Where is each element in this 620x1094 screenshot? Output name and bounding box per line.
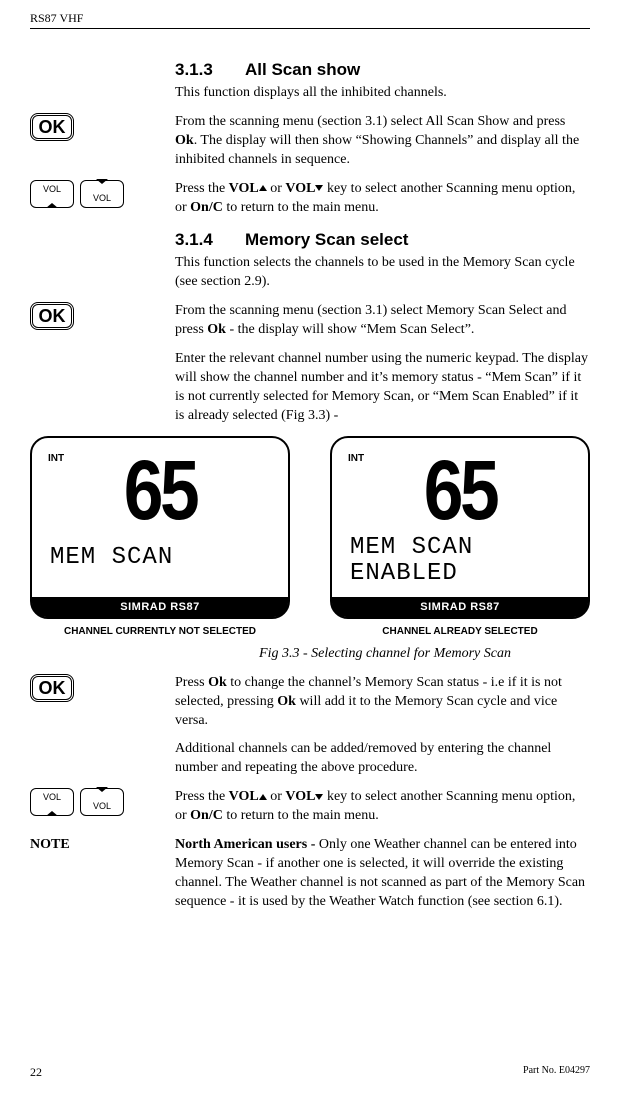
lcd-brand: SIMRAD RS87	[32, 597, 288, 618]
text-after-p2: Additional channels can be added/removed…	[175, 740, 590, 778]
part-number: Part No. E04297	[523, 1064, 590, 1080]
vol-down-button-icon: VOL	[80, 788, 124, 816]
ok-button-icon: OK	[30, 674, 74, 702]
inline-arrow-up-icon	[259, 185, 267, 191]
lcd-status-line: MEM SCAN	[50, 542, 173, 574]
lcd-left: INT 65 MEM SCAN SIMRAD RS87	[30, 436, 290, 620]
lcd-caption-left: CHANNEL CURRENTLY NOT SELECTED	[30, 625, 290, 639]
heading-314: 3.1.4Memory Scan select	[175, 229, 590, 252]
lcd-right: INT 65 MEM SCAN ENABLED SIMRAD RS87	[330, 436, 590, 620]
lcd-caption-right: CHANNEL ALREADY SELECTED	[330, 625, 590, 639]
note-text: North American users - Only one Weather …	[175, 836, 590, 912]
heading-313: 3.1.3All Scan show	[175, 59, 590, 82]
lcd-status-line2: ENABLED	[350, 558, 458, 590]
arrow-up-icon	[46, 193, 58, 208]
arrow-down-icon	[96, 787, 108, 802]
figure-caption: Fig 3.3 - Selecting channel for Memory S…	[180, 645, 590, 664]
text-after-p1: Press Ok to change the channel’s Memory …	[175, 674, 590, 731]
vol-up-button-icon: VOL	[30, 788, 74, 816]
note-label: NOTE	[30, 836, 70, 912]
ok-button-icon: OK	[30, 302, 74, 330]
page-header: RS87 VHF	[30, 10, 590, 29]
arrow-down-icon	[96, 179, 108, 194]
text-313-p2: Press the VOL or VOL key to select anoth…	[175, 180, 590, 218]
arrow-up-icon	[46, 801, 58, 816]
lcd-figure: INT 65 MEM SCAN SIMRAD RS87 CHANNEL CURR…	[30, 436, 590, 639]
ok-button-icon: OK	[30, 113, 74, 141]
page-number: 22	[30, 1064, 42, 1080]
text-313-intro: This function displays all the inhibited…	[175, 84, 590, 103]
text-314-p1: From the scanning menu (section 3.1) sel…	[175, 302, 590, 340]
text-after-p3: Press the VOL or VOL key to select anoth…	[175, 788, 590, 826]
text-314-p2: Enter the relevant channel number using …	[175, 350, 590, 426]
lcd-channel-number: 65	[355, 434, 566, 547]
vol-down-button-icon: VOL	[80, 180, 124, 208]
vol-up-button-icon: VOL	[30, 180, 74, 208]
text-313-p1: From the scanning menu (section 3.1) sel…	[175, 113, 590, 170]
page-footer: 22 Part No. E04297	[30, 1064, 590, 1080]
text-314-intro: This function selects the channels to be…	[175, 254, 590, 292]
lcd-brand: SIMRAD RS87	[332, 597, 588, 618]
inline-arrow-up-icon	[259, 794, 267, 800]
lcd-channel-number: 65	[55, 434, 266, 547]
